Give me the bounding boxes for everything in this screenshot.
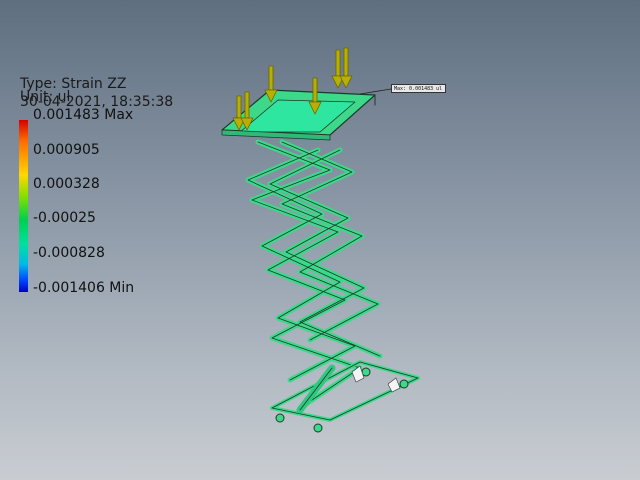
wheel	[275, 413, 285, 423]
model-viewport[interactable]	[0, 0, 640, 480]
scissor-lift-model	[221, 47, 420, 433]
wheel	[399, 379, 409, 389]
wheel	[313, 423, 323, 433]
force-arrow-icon	[339, 47, 353, 89]
base-frame	[270, 360, 420, 422]
force-arrow-icon	[331, 49, 345, 89]
probe-leader-line	[359, 88, 392, 95]
max-value-probe-label[interactable]: Max: 0.001483 ul	[391, 84, 446, 93]
